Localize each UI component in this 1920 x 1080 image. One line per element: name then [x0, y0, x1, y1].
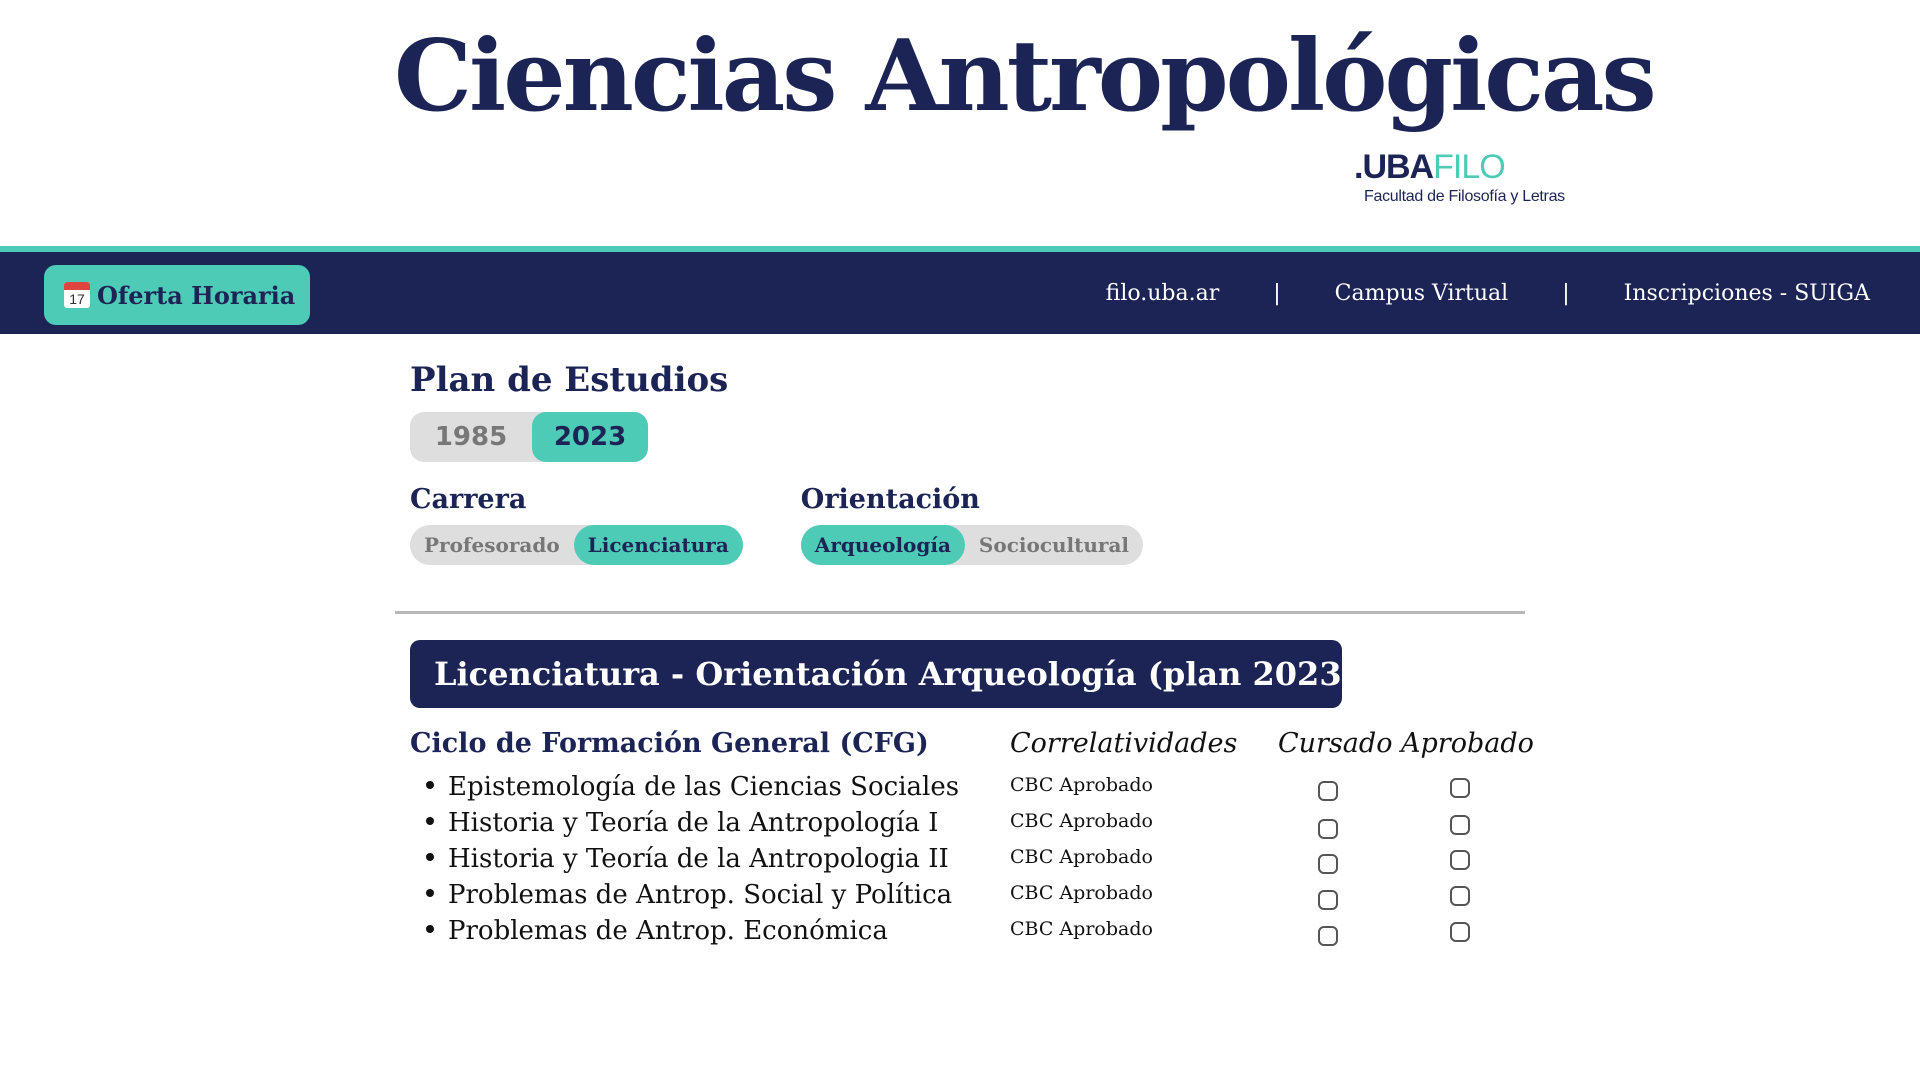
course-name-text: Historia y Teoría de la Antropología I [448, 808, 939, 838]
correlatividad-text: CBC Aprobado [1010, 918, 1153, 940]
plan-selector-section: Plan de Estudios 1985 2023 Carrera Profe… [410, 360, 1530, 565]
carrera-label: Carrera [410, 484, 527, 515]
table-row: Problemas de Antrop. Social y Política C… [410, 880, 1530, 916]
carrera-option-licenciatura[interactable]: Licenciatura [573, 525, 743, 565]
plan-option-2023[interactable]: 2023 [532, 412, 648, 462]
table-row: Historia y Teoría de la Antropologia II … [410, 844, 1530, 880]
column-header-cursado: Cursado [1278, 728, 1393, 759]
course-name: Historia y Teoría de la Antropología I [426, 808, 938, 838]
column-header-correlatividades: Correlatividades [1010, 728, 1238, 759]
course-name-text: Problemas de Antrop. Económica [448, 916, 888, 946]
plan-banner: Licenciatura - Orientación Arqueología (… [410, 640, 1357, 708]
correlatividad-text: CBC Aprobado [1010, 810, 1153, 832]
logo-mark-main: .UBA [1354, 148, 1434, 186]
career-filters: Carrera Profesorado Licenciatura Orienta… [410, 484, 1530, 565]
calendar-icon-header [64, 282, 90, 290]
plan-de-estudios-heading: Plan de Estudios [410, 360, 729, 400]
aprobado-checkbox[interactable] [1450, 778, 1470, 798]
cursado-checkbox[interactable] [1318, 781, 1338, 801]
cursado-checkbox[interactable] [1318, 890, 1338, 910]
oferta-horaria-button[interactable]: 17 Oferta Horaria [44, 265, 310, 325]
plan-year-toggle: 1985 2023 [410, 412, 648, 462]
bullet-icon [426, 781, 434, 789]
orientacion-option-arqueologia[interactable]: Arqueología [800, 525, 965, 565]
table-row: Problemas de Antrop. Económica CBC Aprob… [410, 916, 1530, 952]
correlatividad-text: CBC Aprobado [1010, 774, 1153, 796]
logo-mark-accent: FILO [1433, 148, 1506, 186]
carrera-option-profesorado[interactable]: Profesorado [410, 525, 574, 565]
correlatividad-text: CBC Aprobado [1010, 882, 1153, 904]
course-name-text: Problemas de Antrop. Social y Política [448, 880, 953, 910]
bullet-icon [426, 889, 434, 897]
plan-banner-title: Licenciatura - Orientación Arqueología (… [434, 655, 1357, 693]
cursado-checkbox[interactable] [1318, 926, 1338, 946]
aprobado-checkbox[interactable] [1450, 815, 1470, 835]
column-header-aprobado: Aprobado [1401, 728, 1534, 759]
nav-links: filo.uba.ar | Campus Virtual | Inscripci… [1106, 252, 1870, 334]
nav-link-inscripciones[interactable]: Inscripciones - SUIGA [1624, 281, 1870, 306]
orientacion-filter: Orientación Arqueología Sociocultural [800, 484, 1144, 565]
site-header: Ciencias Antropológicas .UBAFILO Faculta… [0, 0, 1920, 246]
course-list: Epistemología de las Ciencias Sociales C… [410, 772, 1530, 952]
correlatividad-text: CBC Aprobado [1010, 846, 1153, 868]
aprobado-checkbox[interactable] [1450, 886, 1470, 906]
top-navbar: 17 Oferta Horaria filo.uba.ar | Campus V… [0, 246, 1920, 334]
aprobado-checkbox[interactable] [1450, 922, 1470, 942]
bullet-icon [426, 817, 434, 825]
calendar-icon: 17 [64, 282, 90, 308]
page-title: Ciencias Antropológicas [394, 19, 1657, 134]
nav-link-campus-virtual[interactable]: Campus Virtual [1335, 281, 1509, 306]
carrera-toggle: Profesorado Licenciatura [410, 525, 743, 565]
bullet-icon [426, 925, 434, 933]
course-name: Problemas de Antrop. Económica [426, 916, 888, 946]
course-name-text: Epistemología de las Ciencias Sociales [448, 772, 960, 802]
orientacion-option-sociocultural[interactable]: Sociocultural [965, 525, 1143, 565]
carrera-filter: Carrera Profesorado Licenciatura [410, 484, 743, 565]
bullet-icon [426, 853, 434, 861]
logo-subtitle: Facultad de Filosofía y Letras [1364, 188, 1565, 205]
orientacion-label: Orientación [800, 484, 980, 515]
nav-separator: | [1273, 280, 1281, 306]
plan-option-1985[interactable]: 1985 [410, 412, 532, 462]
aprobado-checkbox[interactable] [1450, 850, 1470, 870]
table-row: Epistemología de las Ciencias Sociales C… [410, 772, 1530, 808]
course-name: Historia y Teoría de la Antropologia II [426, 844, 949, 874]
orientacion-toggle: Arqueología Sociocultural [800, 525, 1144, 565]
course-name: Epistemología de las Ciencias Sociales [426, 772, 959, 802]
section-divider [395, 611, 1525, 614]
logo-mark: .UBAFILO [1354, 150, 1594, 184]
cursado-checkbox[interactable] [1318, 819, 1338, 839]
uba-filo-logo[interactable]: .UBAFILO Facultad de Filosofía y Letras [1354, 150, 1594, 212]
oferta-horaria-label: Oferta Horaria [97, 280, 296, 310]
table-row: Historia y Teoría de la Antropología I C… [410, 808, 1530, 844]
cycle-title: Ciclo de Formación General (CFG) [410, 728, 929, 759]
course-name: Problemas de Antrop. Social y Política [426, 880, 952, 910]
calendar-icon-day: 17 [69, 291, 85, 307]
cursado-checkbox[interactable] [1318, 854, 1338, 874]
nav-link-filo[interactable]: filo.uba.ar [1106, 281, 1220, 306]
course-name-text: Historia y Teoría de la Antropologia II [448, 844, 949, 874]
nav-separator: | [1562, 280, 1570, 306]
